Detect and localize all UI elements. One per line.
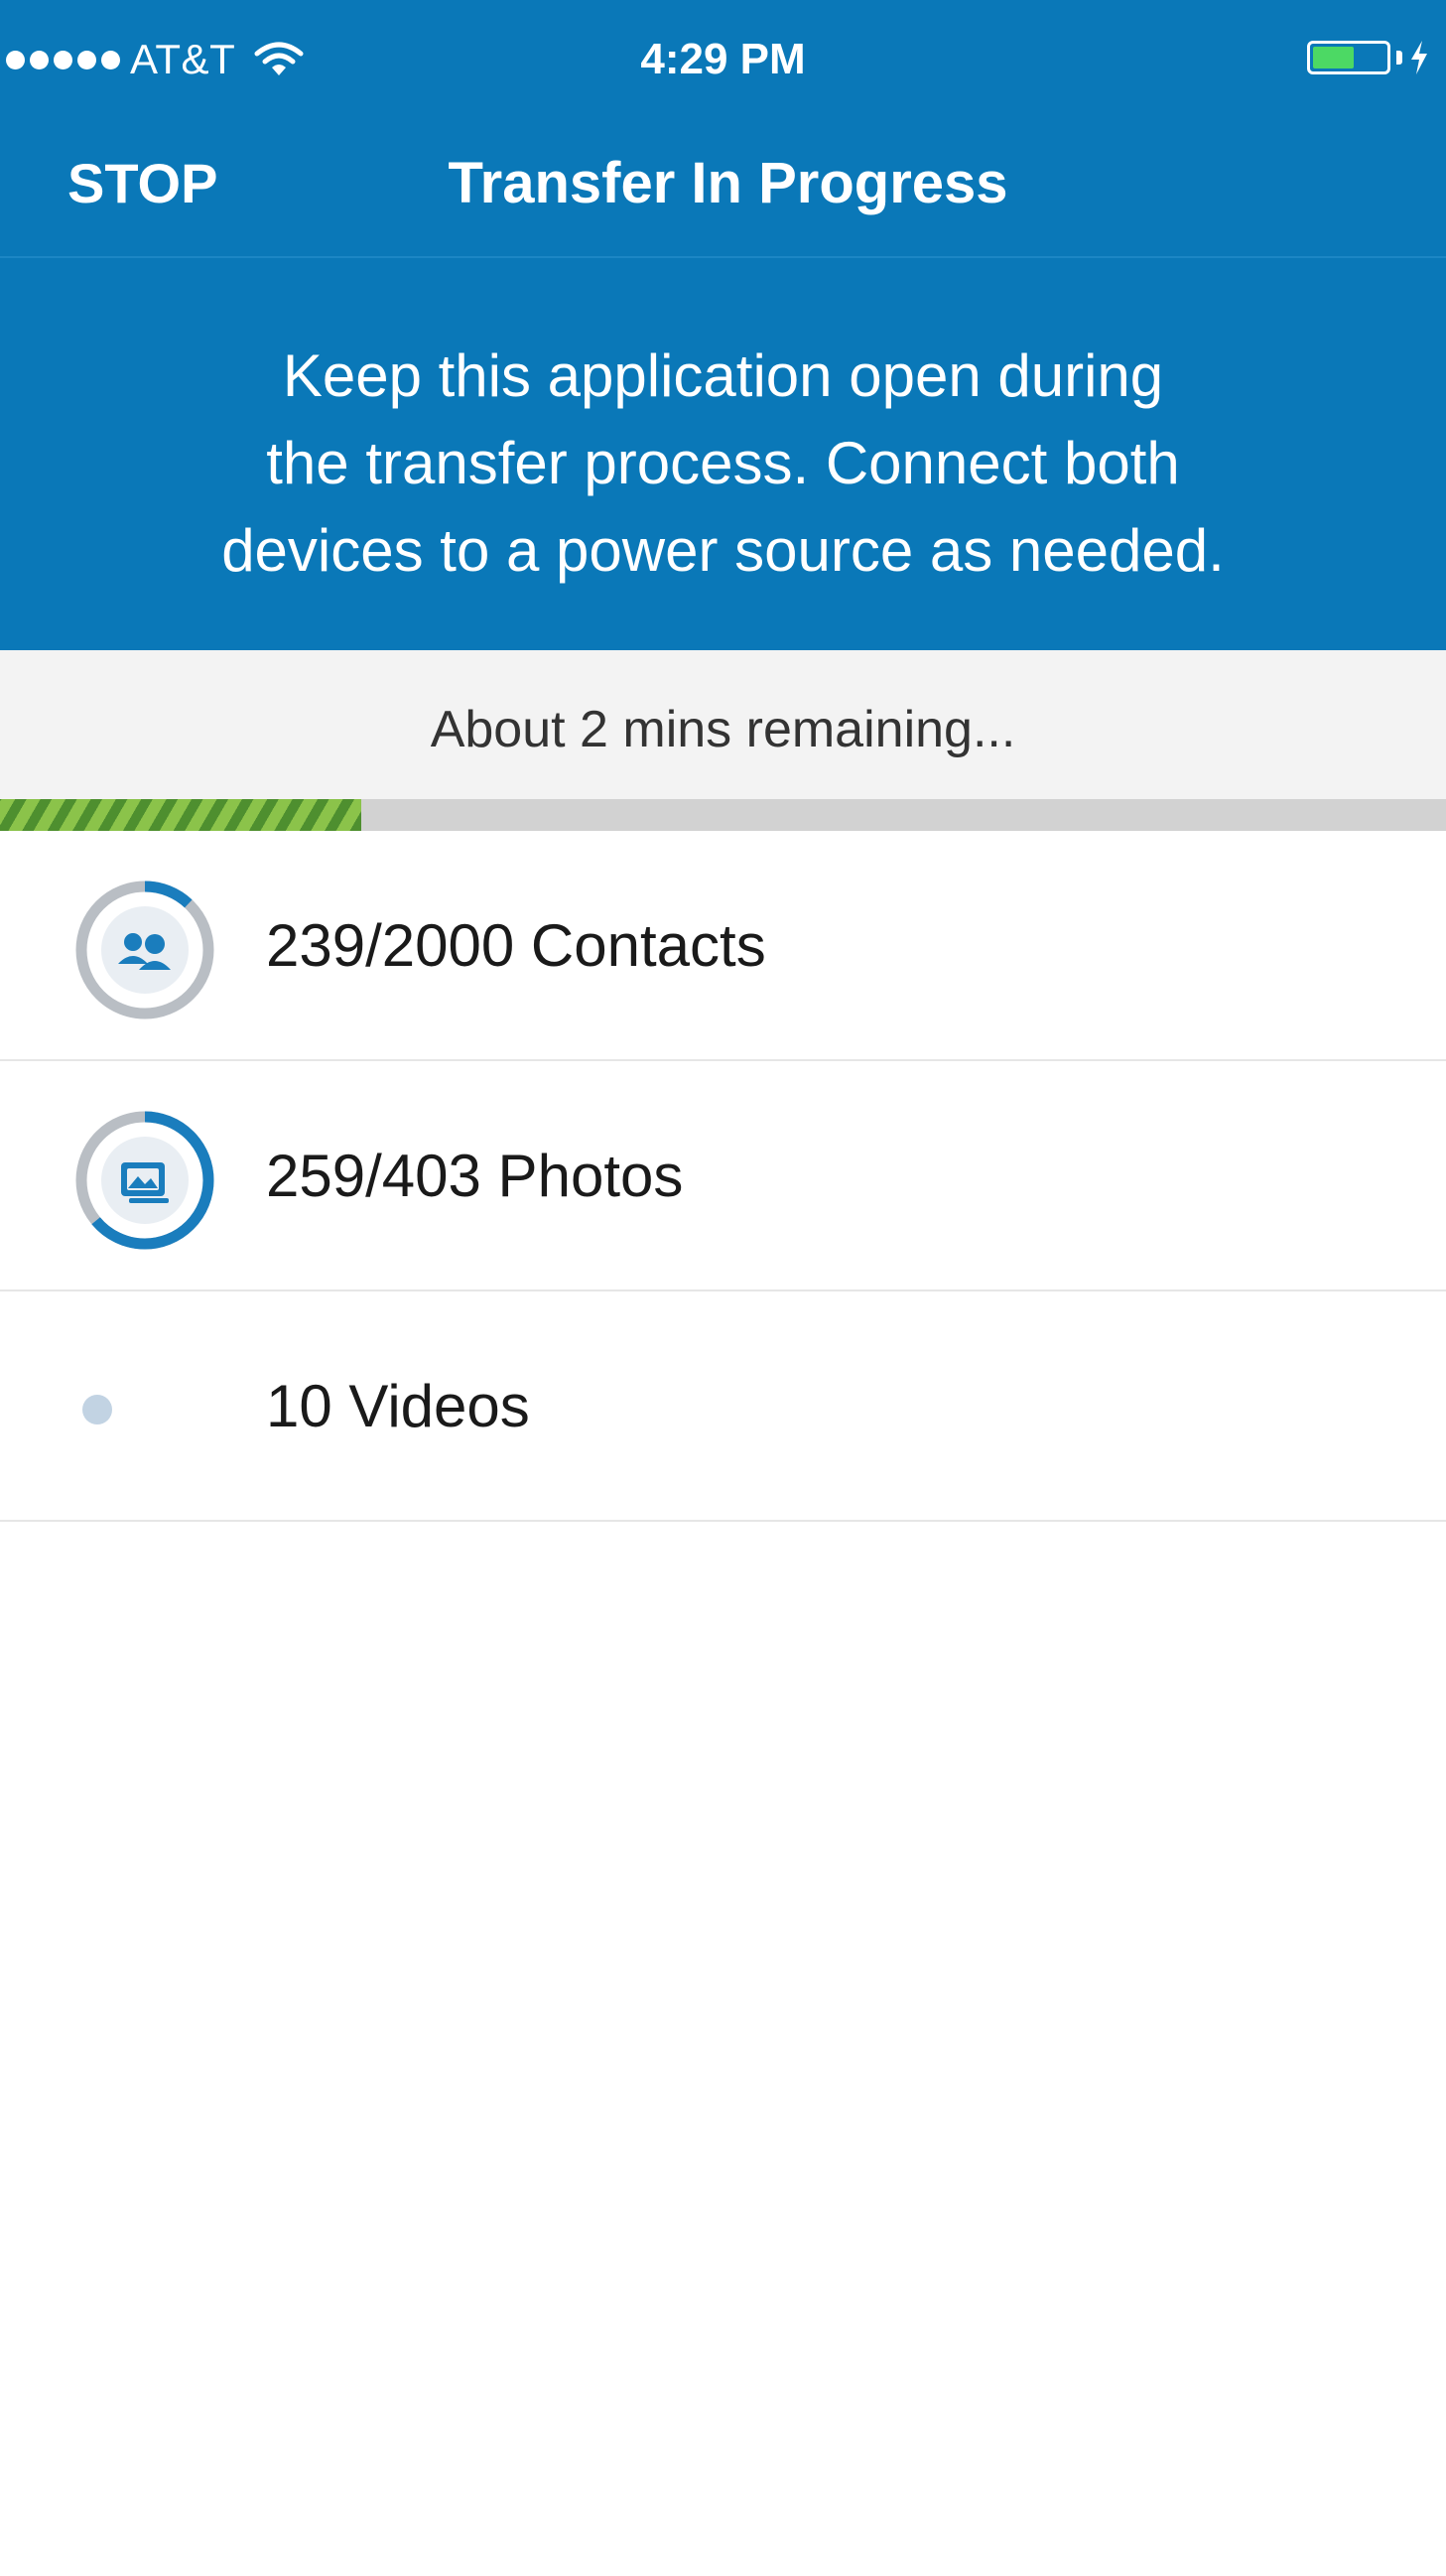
overall-progress-fill bbox=[0, 799, 362, 831]
remaining-banner: About 2 mins remaining... bbox=[0, 650, 1446, 799]
info-line: devices to a power source as needed. bbox=[221, 517, 1225, 584]
battery-tip bbox=[1396, 51, 1402, 65]
charging-bolt-icon bbox=[1411, 41, 1427, 74]
nav-divider bbox=[0, 256, 1446, 258]
battery-fill bbox=[1313, 47, 1354, 68]
battery-icon bbox=[1307, 41, 1390, 74]
status-time: 4:29 PM bbox=[640, 35, 806, 83]
info-line: the transfer process. Connect both bbox=[266, 430, 1180, 496]
info-message: Keep this application open during the tr… bbox=[119, 333, 1327, 595]
overall-progress-bar bbox=[0, 799, 1446, 831]
transfer-screen: AT&T 4:29 PM STOP Transfer In Progress K… bbox=[0, 0, 1446, 2576]
item-label: 239/2000 Contacts bbox=[266, 911, 766, 979]
item-label: 259/403 Photos bbox=[266, 1142, 684, 1209]
transfer-list: 239/2000 Contacts 259/403 Photos 10 Vide… bbox=[0, 831, 1446, 1522]
header: AT&T 4:29 PM STOP Transfer In Progress K… bbox=[0, 0, 1446, 650]
photos-icon bbox=[75, 1111, 214, 1250]
item-label: 10 Videos bbox=[266, 1372, 530, 1439]
info-line: Keep this application open during bbox=[282, 342, 1164, 409]
status-bar: AT&T 4:29 PM bbox=[0, 0, 1446, 119]
list-item-photos: 259/403 Photos bbox=[0, 1061, 1446, 1291]
battery-group bbox=[1307, 40, 1430, 75]
nav-bar: STOP Transfer In Progress bbox=[0, 119, 1446, 253]
list-item-contacts: 239/2000 Contacts bbox=[0, 831, 1446, 1061]
list-item-videos: 10 Videos bbox=[0, 1291, 1446, 1522]
remaining-time-text: About 2 mins remaining... bbox=[430, 701, 1016, 758]
pending-dot-icon bbox=[82, 1395, 112, 1424]
contacts-icon bbox=[75, 881, 214, 1019]
page-title: Transfer In Progress bbox=[448, 151, 1008, 215]
